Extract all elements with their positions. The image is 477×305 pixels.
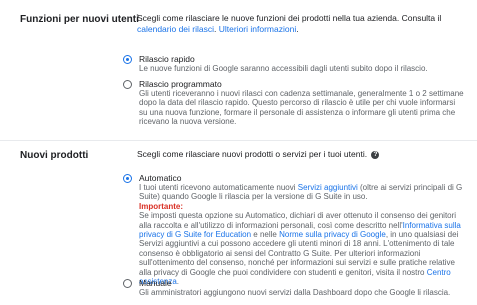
section-description: Scegli come rilasciare le nuove funzioni…	[137, 13, 442, 34]
section-description: Scegli come rilasciare nuovi prodotti o …	[137, 149, 462, 160]
important-label: Importante:	[139, 201, 183, 211]
manual-radio[interactable]	[123, 279, 132, 288]
google-privacy-policy-link[interactable]: Norme sulla privacy di Google	[279, 230, 386, 239]
option-title: Automatico	[139, 173, 182, 183]
option-title: Manuale	[139, 278, 172, 288]
option-description: Gli amministratori aggiungono nuovi serv…	[139, 288, 451, 297]
section-label: Funzioni per nuovi utenti	[20, 14, 139, 25]
release-calendar-link[interactable]: calendario dei rilasci	[137, 24, 214, 34]
section-label: Nuovi prodotti	[20, 150, 89, 161]
scheduled-release-radio[interactable]	[123, 80, 132, 89]
option-description: Le nuove funzioni di Google saranno acce…	[139, 64, 428, 73]
option-title: Rilascio rapido	[139, 54, 195, 64]
help-icon[interactable]: ?	[371, 150, 380, 159]
more-info-link[interactable]: Ulteriori informazioni	[219, 24, 296, 34]
section-divider	[0, 140, 477, 141]
option-description: Gli utenti riceveranno i nuovi rilasci c…	[139, 89, 464, 127]
additional-services-link[interactable]: Servizi aggiuntivi	[298, 183, 358, 192]
rapid-release-radio[interactable]	[123, 55, 132, 64]
option-description: I tuoi utenti ricevono automaticamente n…	[139, 183, 463, 287]
automatic-radio[interactable]	[123, 174, 132, 183]
option-title: Rilascio programmato	[139, 79, 222, 89]
